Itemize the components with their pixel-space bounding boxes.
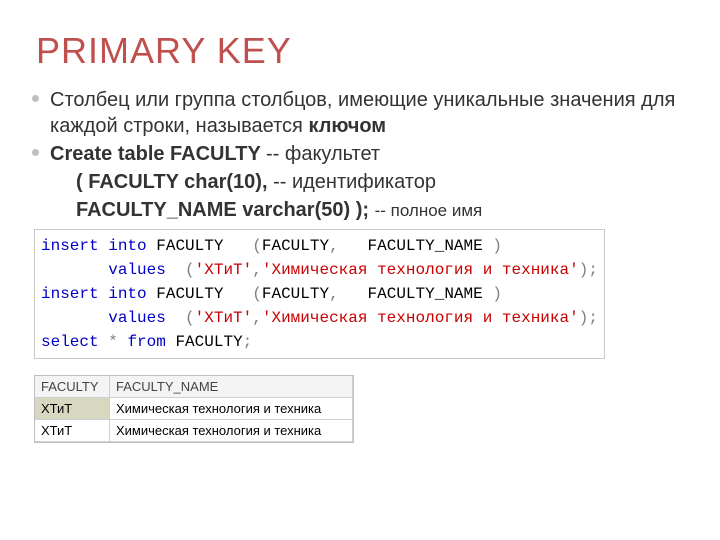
bullet-4-tail: -- полное имя bbox=[375, 201, 483, 220]
cell-faculty: ХТиТ bbox=[35, 398, 110, 420]
bullet-list: Столбец или группа столбцов, имеющие уни… bbox=[30, 87, 690, 223]
sql-code-block: insert into FACULTY (FACULTY, FACULTY_NA… bbox=[34, 229, 605, 359]
code-line-2: values ('ХТиТ','Химическая технология и … bbox=[41, 258, 598, 282]
bullet-2-bold: Create table FACULTY bbox=[50, 143, 266, 165]
cell-faculty: ХТиТ bbox=[35, 420, 110, 442]
code-line-1: insert into FACULTY (FACULTY, FACULTY_NA… bbox=[41, 234, 598, 258]
cell-faculty-name: Химическая технология и техника bbox=[110, 420, 353, 442]
bullet-4: FACULTY_NAME varchar(50) ); -- полное им… bbox=[30, 197, 690, 223]
bullet-3-tail: -- идентификатор bbox=[273, 171, 436, 193]
code-line-3: insert into FACULTY (FACULTY, FACULTY_NA… bbox=[41, 282, 598, 306]
bullet-dot-icon bbox=[32, 149, 39, 156]
bullet-1: Столбец или группа столбцов, имеющие уни… bbox=[30, 87, 690, 139]
bullet-3: ( FACULTY char(10), -- идентификатор bbox=[30, 169, 690, 195]
bullet-3-bold: ( FACULTY char(10), bbox=[76, 171, 273, 193]
slide-title: PRIMARY KEY bbox=[36, 30, 690, 72]
result-table: FACULTY FACULTY_NAME ХТиТ Химическая тех… bbox=[34, 375, 354, 443]
column-header-faculty-name: FACULTY_NAME bbox=[110, 376, 353, 398]
bullet-4-bold: FACULTY_NAME varchar(50) ); bbox=[76, 199, 375, 221]
bullet-2-tail: -- факультет bbox=[266, 143, 380, 165]
table-row: ХТиТ Химическая технология и техника bbox=[35, 398, 353, 420]
cell-faculty-name: Химическая технология и техника bbox=[110, 398, 353, 420]
table-row: ХТиТ Химическая технология и техника bbox=[35, 420, 353, 442]
bullet-1-bold: ключом bbox=[308, 115, 386, 137]
table-header-row: FACULTY FACULTY_NAME bbox=[35, 376, 353, 398]
code-line-4: values ('ХТиТ','Химическая технология и … bbox=[41, 306, 598, 330]
bullet-2: Create table FACULTY -- факультет bbox=[30, 141, 690, 167]
slide: PRIMARY KEY Столбец или группа столбцов,… bbox=[0, 0, 720, 463]
code-line-5: select * from FACULTY; bbox=[41, 330, 598, 354]
column-header-faculty: FACULTY bbox=[35, 376, 110, 398]
bullet-dot-icon bbox=[32, 95, 39, 102]
